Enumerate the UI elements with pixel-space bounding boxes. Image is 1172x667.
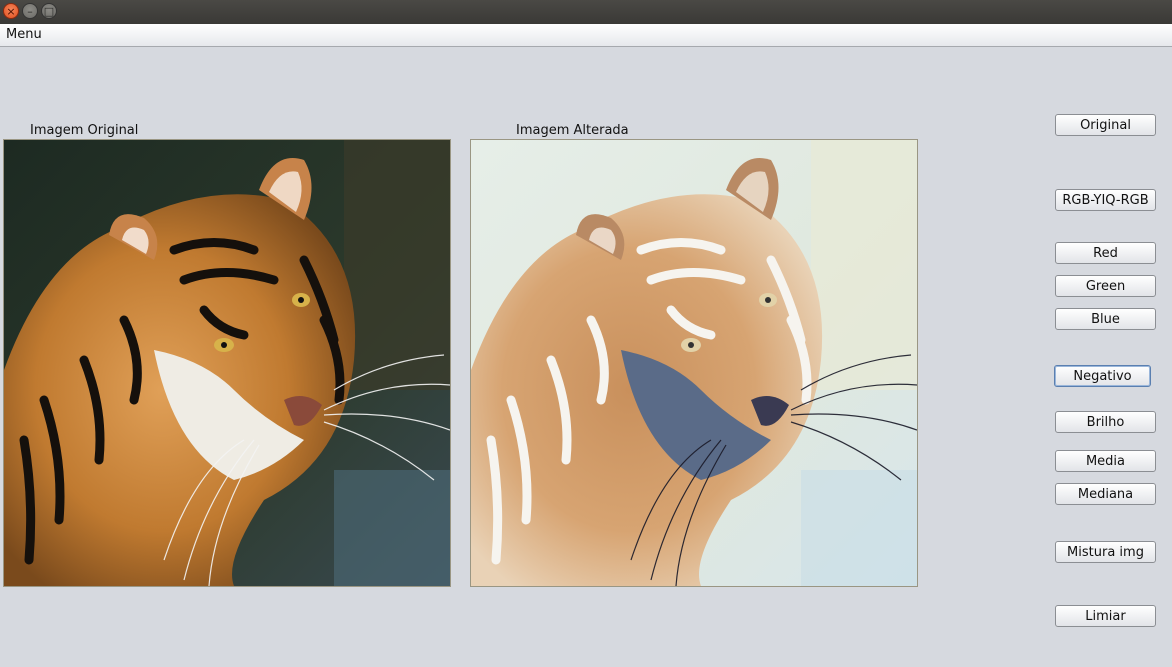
red-button[interactable]: Red	[1055, 242, 1156, 264]
limiar-button[interactable]: Limiar	[1055, 605, 1156, 627]
close-window-button[interactable]: ×	[3, 3, 19, 19]
mediana-button[interactable]: Mediana	[1055, 483, 1156, 505]
original-tiger-picture	[4, 140, 450, 586]
maximize-icon: □	[43, 4, 55, 18]
minimize-window-button[interactable]: –	[22, 3, 38, 19]
altered-image-label: Imagem Alterada	[516, 123, 629, 138]
brilho-button[interactable]: Brilho	[1055, 411, 1156, 433]
original-button[interactable]: Original	[1055, 114, 1156, 136]
maximize-window-button[interactable]: □	[41, 3, 57, 19]
rgb-yiq-rgb-button[interactable]: RGB-YIQ-RGB	[1055, 189, 1156, 211]
mistura-img-button[interactable]: Mistura img	[1055, 541, 1156, 563]
altered-tiger-picture	[471, 140, 917, 586]
original-image-label: Imagem Original	[30, 123, 139, 138]
altered-image	[470, 139, 918, 587]
blue-button[interactable]: Blue	[1055, 308, 1156, 330]
menubar: Menu	[0, 24, 1172, 47]
media-button[interactable]: Media	[1055, 450, 1156, 472]
menu-item-menu[interactable]: Menu	[6, 27, 42, 42]
minimize-icon: –	[27, 4, 33, 18]
window-titlebar: × – □	[0, 0, 1172, 24]
close-icon: ×	[6, 4, 16, 18]
negativo-button[interactable]: Negativo	[1054, 365, 1151, 387]
green-button[interactable]: Green	[1055, 275, 1156, 297]
original-image	[3, 139, 451, 587]
